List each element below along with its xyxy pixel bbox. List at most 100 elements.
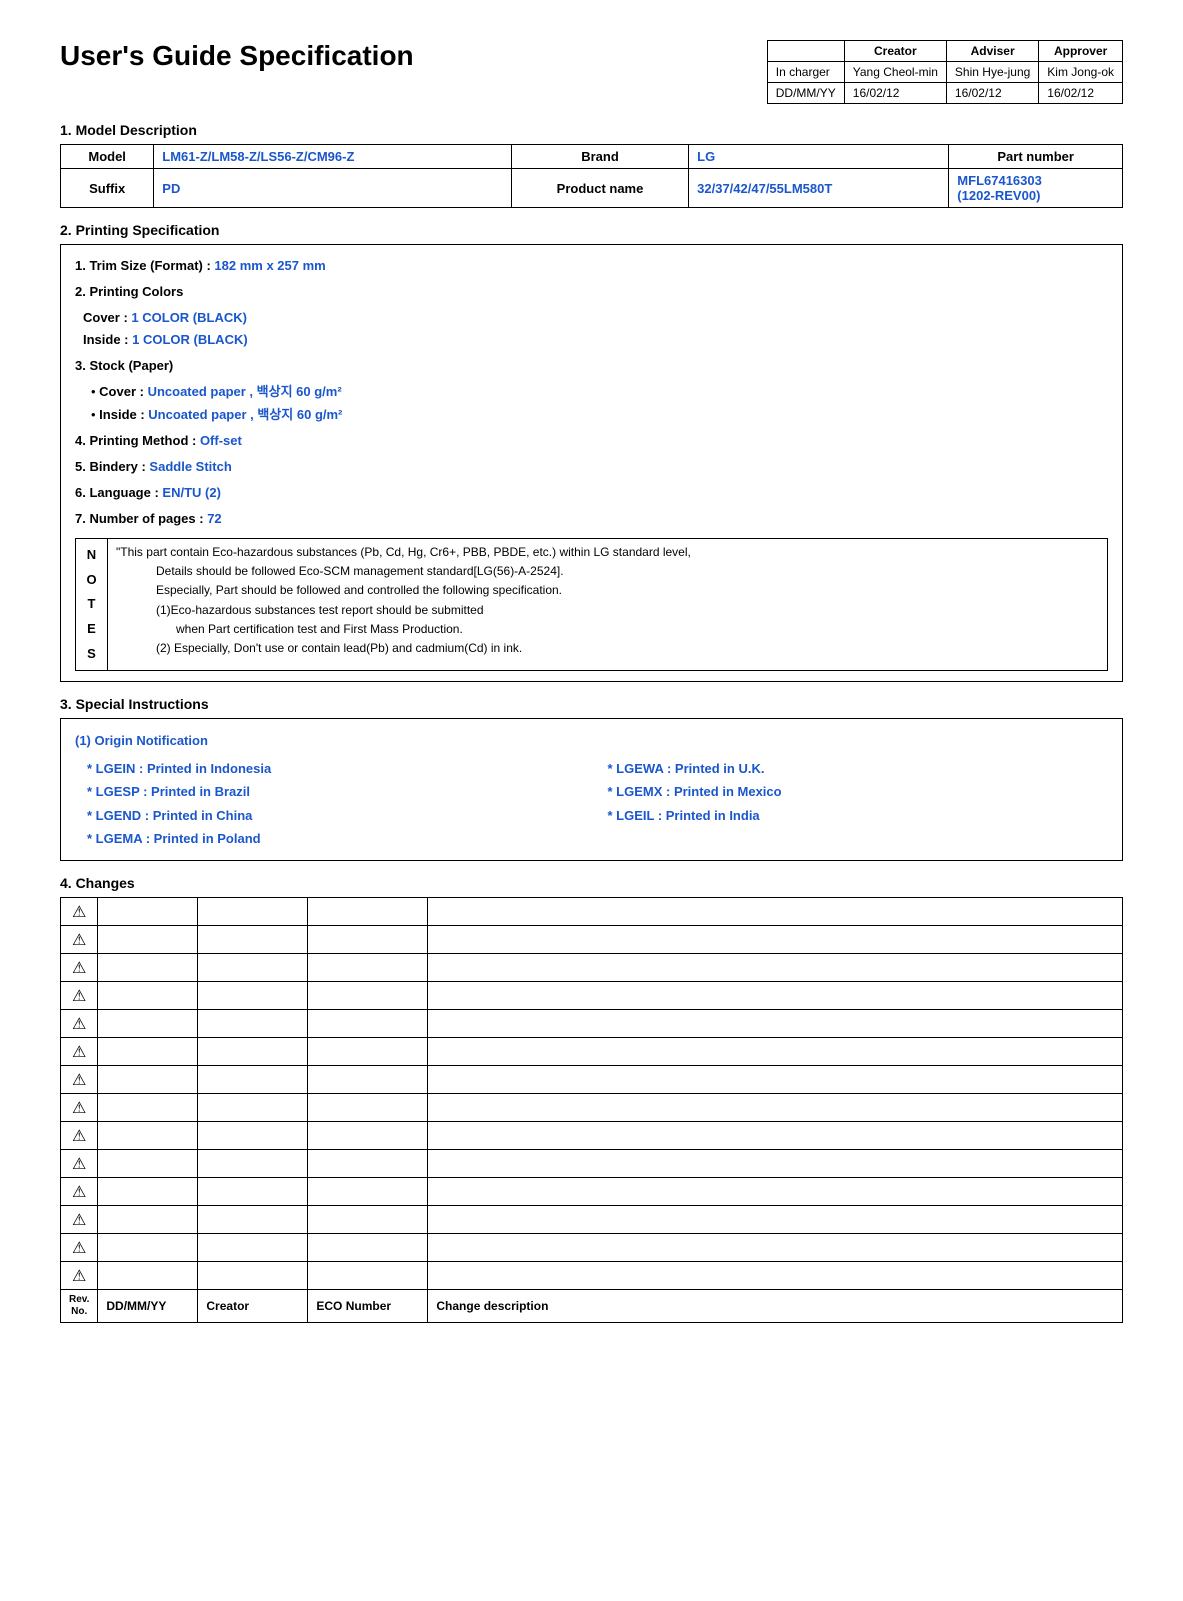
changes-footer-row: Rev.No. DD/MM/YY Creator ECO Number Chan… [61,1290,1123,1323]
brand-value: LG [689,145,949,169]
change-desc-col: Change description [428,1290,1123,1323]
suffix-value: PD [154,169,512,208]
language-label: 6. Language : [75,485,162,500]
table-row: ⚠ [61,926,1123,954]
origin-lgewa: * LGEWA : Printed in U.K. [608,757,1109,780]
printing-colors-row: 2. Printing Colors [75,281,1108,303]
rev-icon-cell: ⚠ [61,1178,98,1206]
notes-table: NOTES "This part contain Eco-hazardous s… [75,538,1108,671]
num-pages-label: 7. Number of pages : [75,511,207,526]
in-charger-label: In charger [767,62,844,83]
adviser-date: 16/02/12 [946,83,1038,104]
origin-lgema: * LGEMA : Printed in Poland [87,827,588,850]
approval-adviser-header: Adviser [946,41,1038,62]
model-desc-title: 1. Model Description [60,122,1123,138]
cover-color-value: 1 COLOR (BLACK) [131,310,247,325]
notes-letters: NOTES [76,539,108,671]
approval-creator-header: Creator [844,41,946,62]
trim-size-row: 1. Trim Size (Format) : 182 mm x 257 mm [75,255,1108,277]
bindery-row: 5. Bindery : Saddle Stitch [75,456,1108,478]
table-row: ⚠ [61,954,1123,982]
bindery-label: 5. Bindery : [75,459,149,474]
rev-icon-cell: ⚠ [61,1038,98,1066]
rev-icon-cell: ⚠ [61,1066,98,1094]
printing-spec-title: 2. Printing Specification [60,222,1123,238]
adviser-name: Shin Hye-jung [946,62,1038,83]
eco-number-col: ECO Number [308,1290,428,1323]
num-pages-value: 72 [207,511,221,526]
stock-row: 3. Stock (Paper) [75,355,1108,377]
part-label: Part number [949,145,1123,169]
trim-size-label: 1. Trim Size (Format) : [75,258,214,273]
rev-icon-cell: ⚠ [61,898,98,926]
inside-color-row: Inside : 1 COLOR (BLACK) [75,329,1108,351]
origin-lgein: * LGEIN : Printed in Indonesia [87,757,588,780]
rev-icon-cell: ⚠ [61,1262,98,1290]
inside-color-value: 1 COLOR (BLACK) [132,332,248,347]
product-label: Product name [511,169,688,208]
table-row: ⚠ [61,1262,1123,1290]
bindery-value: Saddle Stitch [149,459,231,474]
table-row: ⚠ [61,1066,1123,1094]
notes-content: "This part contain Eco-hazardous substan… [108,539,1108,671]
rev-icon-cell: ⚠ [61,926,98,954]
page-title: User's Guide Specification [60,40,737,72]
printing-method-label: 4. Printing Method : [75,433,200,448]
rev-icon-cell: ⚠ [61,1234,98,1262]
origins-right: * LGEWA : Printed in U.K. * LGEMX : Prin… [608,757,1109,851]
rev-icon-cell: ⚠ [61,1094,98,1122]
rev-no-label: Rev.No. [61,1290,98,1323]
origins-grid: * LGEIN : Printed in Indonesia * LGESP :… [75,757,1108,851]
table-row: ⚠ [61,898,1123,926]
table-row: ⚠ [61,1122,1123,1150]
printing-colors-label: 2. Printing Colors [75,284,183,299]
rev-icon-cell: ⚠ [61,1122,98,1150]
table-row: ⚠ [61,982,1123,1010]
suffix-label: Suffix [61,169,154,208]
origins-left: * LGEIN : Printed in Indonesia * LGESP :… [87,757,588,851]
changes-title: 4. Changes [60,875,1123,891]
rev-icon-cell: ⚠ [61,1206,98,1234]
table-row: ⚠ [61,1234,1123,1262]
printing-spec-box: 1. Trim Size (Format) : 182 mm x 257 mm … [60,244,1123,682]
table-row: ⚠ [61,1178,1123,1206]
changes-table: ⚠ ⚠ ⚠ ⚠ ⚠ ⚠ ⚠ ⚠ ⚠ ⚠ ⚠ ⚠ [60,897,1123,1323]
origin-lgeil: * LGEIL : Printed in India [608,804,1109,827]
rev-icon-cell: ⚠ [61,982,98,1010]
printing-method-row: 4. Printing Method : Off-set [75,430,1108,452]
cover-label: Cover : [83,310,131,325]
rev-icon-cell: ⚠ [61,1150,98,1178]
rev-icon-cell: ⚠ [61,954,98,982]
approval-approver-header: Approver [1039,41,1123,62]
approval-table: Creator Adviser Approver In charger Yang… [767,40,1123,104]
origin-lgesp: * LGESP : Printed in Brazil [87,780,588,803]
printing-method-value: Off-set [200,433,242,448]
origin-lgemx: * LGEMX : Printed in Mexico [608,780,1109,803]
creator-date: 16/02/12 [844,83,946,104]
language-value: EN/TU (2) [162,485,221,500]
language-row: 6. Language : EN/TU (2) [75,482,1108,504]
header-area: User's Guide Specification Creator Advis… [60,40,1123,104]
table-row: ⚠ [61,1094,1123,1122]
origin-notification-title: (1) Origin Notification [75,729,1108,752]
special-instructions-title: 3. Special Instructions [60,696,1123,712]
trim-size-value: 182 mm x 257 mm [214,258,325,273]
product-value: 32/37/42/47/55LM580T [689,169,949,208]
approver-date: 16/02/12 [1039,83,1123,104]
ddmmyy-label: DD/MM/YY [767,83,844,104]
cover-stock-row: • Cover : Uncoated paper , 백상지 60 g/m² [75,381,1108,403]
creator-col: Creator [198,1290,308,1323]
table-row: ⚠ [61,1206,1123,1234]
stock-label: 3. Stock (Paper) [75,358,173,373]
num-pages-row: 7. Number of pages : 72 [75,508,1108,530]
cover-color-row: Cover : 1 COLOR (BLACK) [75,307,1108,329]
inside-stock-row: • Inside : Uncoated paper , 백상지 60 g/m² [75,404,1108,426]
approver-name: Kim Jong-ok [1039,62,1123,83]
rev-icon-cell: ⚠ [61,1010,98,1038]
title-block: User's Guide Specification [60,40,737,72]
model-value: LM61-Z/LM58-Z/LS56-Z/CM96-Z [154,145,512,169]
table-row: ⚠ [61,1150,1123,1178]
inside-label: Inside : [83,332,132,347]
model-table: Model LM61-Z/LM58-Z/LS56-Z/CM96-Z Brand … [60,144,1123,208]
origin-lgend: * LGEND : Printed in China [87,804,588,827]
